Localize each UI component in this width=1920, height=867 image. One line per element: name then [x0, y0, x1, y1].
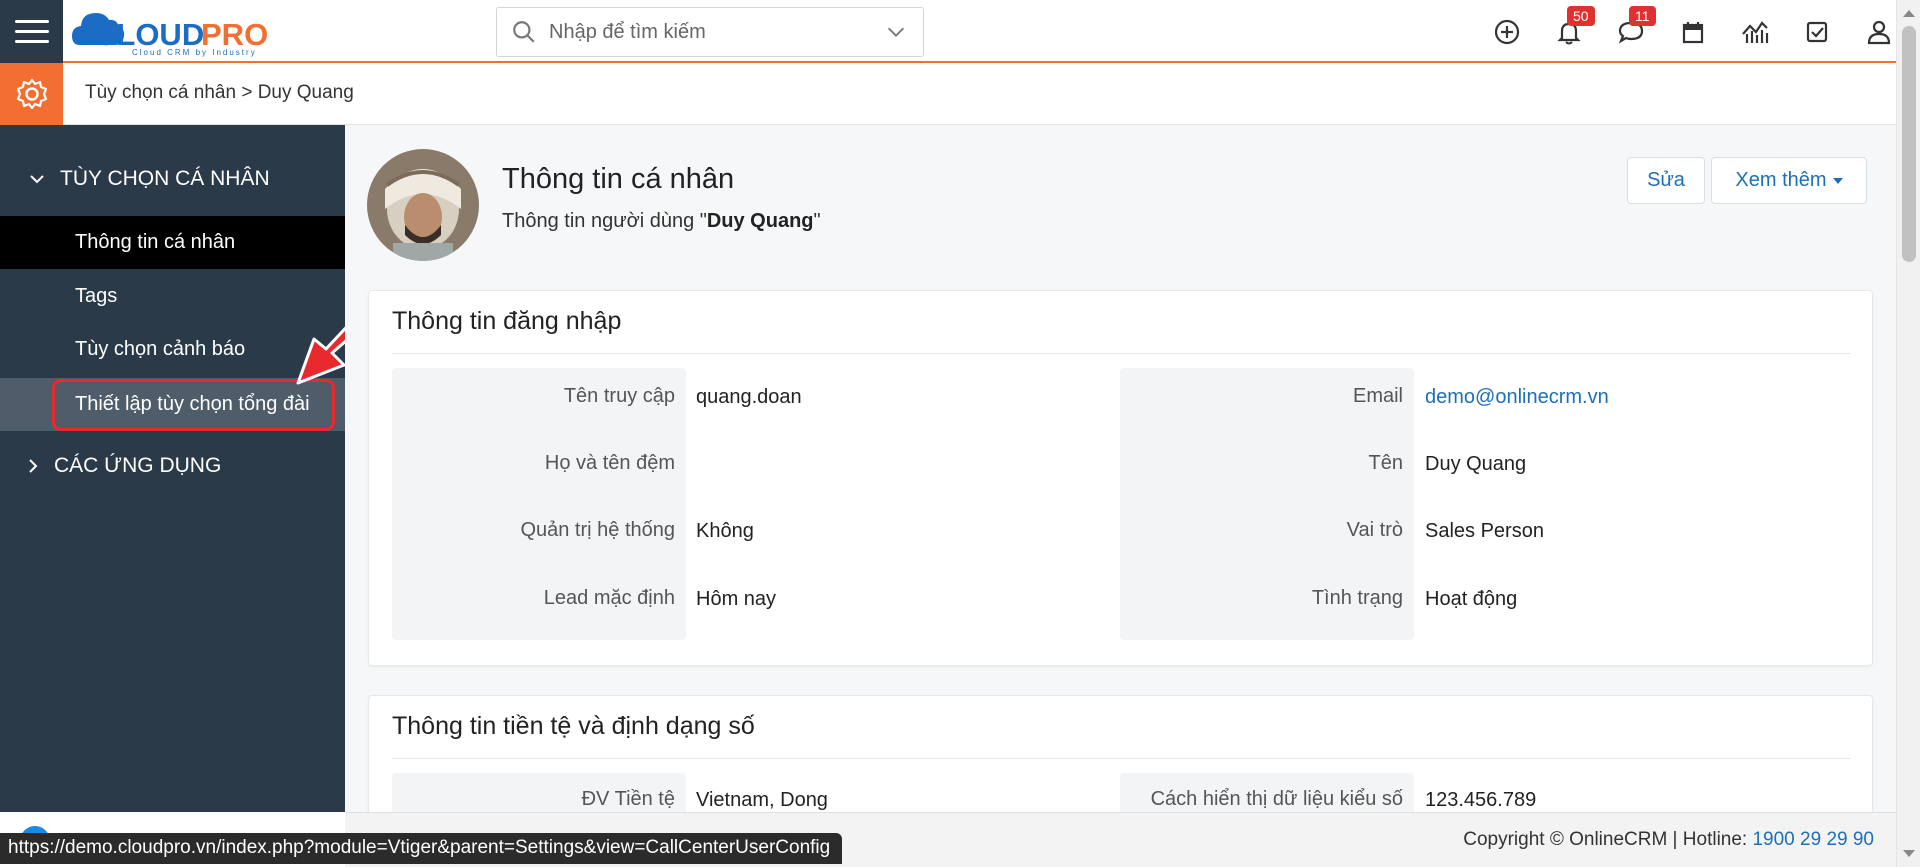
field-label-first-name: Tên	[1368, 452, 1403, 474]
status-bar-url: https://demo.cloudpro.vn/index.php?modul…	[0, 833, 843, 864]
copyright-text: Copyright © OnlineCRM | Hotline: 1900 29…	[1463, 829, 1874, 851]
chevron-down-icon[interactable]	[885, 21, 907, 43]
field-value-number-format: 123.456.789	[1425, 789, 1537, 811]
subtitle-user-name: Duy Quang	[706, 210, 814, 232]
search-icon	[513, 21, 535, 43]
task-check-icon[interactable]	[1801, 16, 1833, 48]
sidebar-item-label: Tags	[75, 285, 118, 307]
breadcrumb[interactable]: Tùy chọn cá nhân > Duy Quang	[85, 82, 354, 104]
svg-text:Cloud CRM by Industry: Cloud CRM by Industry	[132, 48, 257, 57]
field-value-default-lead: Hôm nay	[696, 588, 777, 610]
field-value-username: quang.doan	[696, 386, 802, 408]
field-label-username: Tên truy cập	[563, 385, 675, 407]
field-label-status: Tình trạng	[1311, 587, 1403, 609]
sidebar-item-label: Thông tin cá nhân	[75, 231, 236, 253]
sidebar: TÙY CHỌN CÁ NHÂN Thông tin cá nhân Tags …	[0, 125, 345, 812]
sidebar-section-personal[interactable]: TÙY CHỌN CÁ NHÂN	[0, 159, 345, 199]
field-label-currency: ĐV Tiền tệ	[581, 788, 675, 810]
calendar-icon[interactable]	[1677, 16, 1709, 48]
edit-button[interactable]: Sửa	[1627, 157, 1705, 204]
sidebar-section-label: TÙY CHỌN CÁ NHÂN	[60, 167, 270, 190]
notifications-badge: 50	[1567, 6, 1595, 26]
field-value-email[interactable]: demo@onlinecrm.vn	[1425, 386, 1609, 409]
subtitle-suffix: "	[813, 210, 821, 232]
divider	[392, 353, 1850, 354]
gear-icon	[16, 78, 47, 110]
field-value-currency: Vietnam, Dong	[696, 789, 828, 811]
hotline-link[interactable]: 1900 29 29 90	[1752, 829, 1874, 850]
scroll-thumb[interactable]	[1902, 26, 1916, 262]
subtitle-prefix: Thông tin người dùng "	[502, 210, 707, 232]
top-header: CLOUD PRO Cloud CRM by Industry 50 11	[0, 0, 1896, 63]
cloudpro-logo[interactable]: CLOUD PRO Cloud CRM by Industry	[72, 5, 294, 57]
scroll-down-icon[interactable]	[1903, 850, 1915, 857]
sidebar-section-label: CÁC ỨNG DỤNG	[54, 454, 222, 477]
login-info-card: Thông tin đăng nhập Tên truy cập quang.d…	[368, 290, 1873, 666]
copyright-label: Copyright © OnlineCRM | Hotline:	[1463, 829, 1753, 850]
field-label-middle-name: Họ và tên đệm	[544, 452, 675, 474]
messages-button[interactable]: 11	[1615, 6, 1656, 48]
chevron-right-icon	[29, 459, 38, 473]
sub-header: Tùy chọn cá nhân > Duy Quang	[0, 63, 1896, 125]
field-label-role: Vai trò	[1346, 519, 1403, 541]
divider	[392, 758, 1850, 759]
global-search[interactable]	[496, 7, 924, 57]
currency-info-card: Thông tin tiền tệ và định dạng số ĐV Tiề…	[368, 695, 1873, 812]
sidebar-item-label: Tùy chọn cảnh báo	[75, 338, 246, 360]
menu-icon[interactable]	[0, 0, 63, 63]
card-title: Thông tin đăng nhập	[392, 307, 622, 335]
notifications-button[interactable]: 50	[1553, 6, 1595, 48]
chevron-down-icon	[30, 175, 44, 184]
caret-down-icon	[1832, 177, 1843, 184]
user-icon[interactable]	[1863, 16, 1895, 48]
field-label-email: Email	[1352, 385, 1403, 407]
scroll-up-icon[interactable]	[1903, 10, 1915, 17]
page-scrollbar[interactable]	[1896, 0, 1920, 867]
field-value-first-name: Duy Quang	[1425, 453, 1527, 475]
svg-text:PRO: PRO	[201, 17, 268, 52]
user-avatar	[367, 149, 479, 261]
field-label-number-format: Cách hiển thị dữ liệu kiểu số	[1150, 788, 1403, 810]
field-label-admin: Quản trị hệ thống	[520, 519, 675, 541]
add-circle-icon[interactable]	[1491, 16, 1523, 48]
page-subtitle: Thông tin người dùng "Duy Quang"	[502, 210, 821, 233]
sidebar-item-profile[interactable]: Thông tin cá nhân	[0, 216, 345, 269]
more-button-label: Xem thêm	[1735, 169, 1827, 191]
search-input[interactable]	[549, 12, 885, 52]
page-title: Thông tin cá nhân	[502, 163, 735, 195]
settings-button[interactable]	[0, 63, 63, 125]
field-value-admin: Không	[696, 520, 754, 542]
card-title: Thông tin tiền tệ và định dạng số	[392, 712, 755, 740]
more-button[interactable]: Xem thêm	[1711, 157, 1867, 204]
chart-icon[interactable]	[1739, 16, 1771, 48]
main-content: Thông tin cá nhân Thông tin người dùng "…	[345, 125, 1896, 812]
sidebar-section-apps[interactable]: CÁC ỨNG DỤNG	[0, 446, 345, 486]
field-value-status: Hoạt động	[1425, 588, 1518, 610]
field-label-default-lead: Lead mặc định	[543, 587, 675, 609]
svg-text:CLOUD: CLOUD	[94, 17, 204, 52]
field-value-role: Sales Person	[1425, 520, 1544, 542]
messages-badge: 11	[1629, 6, 1656, 26]
